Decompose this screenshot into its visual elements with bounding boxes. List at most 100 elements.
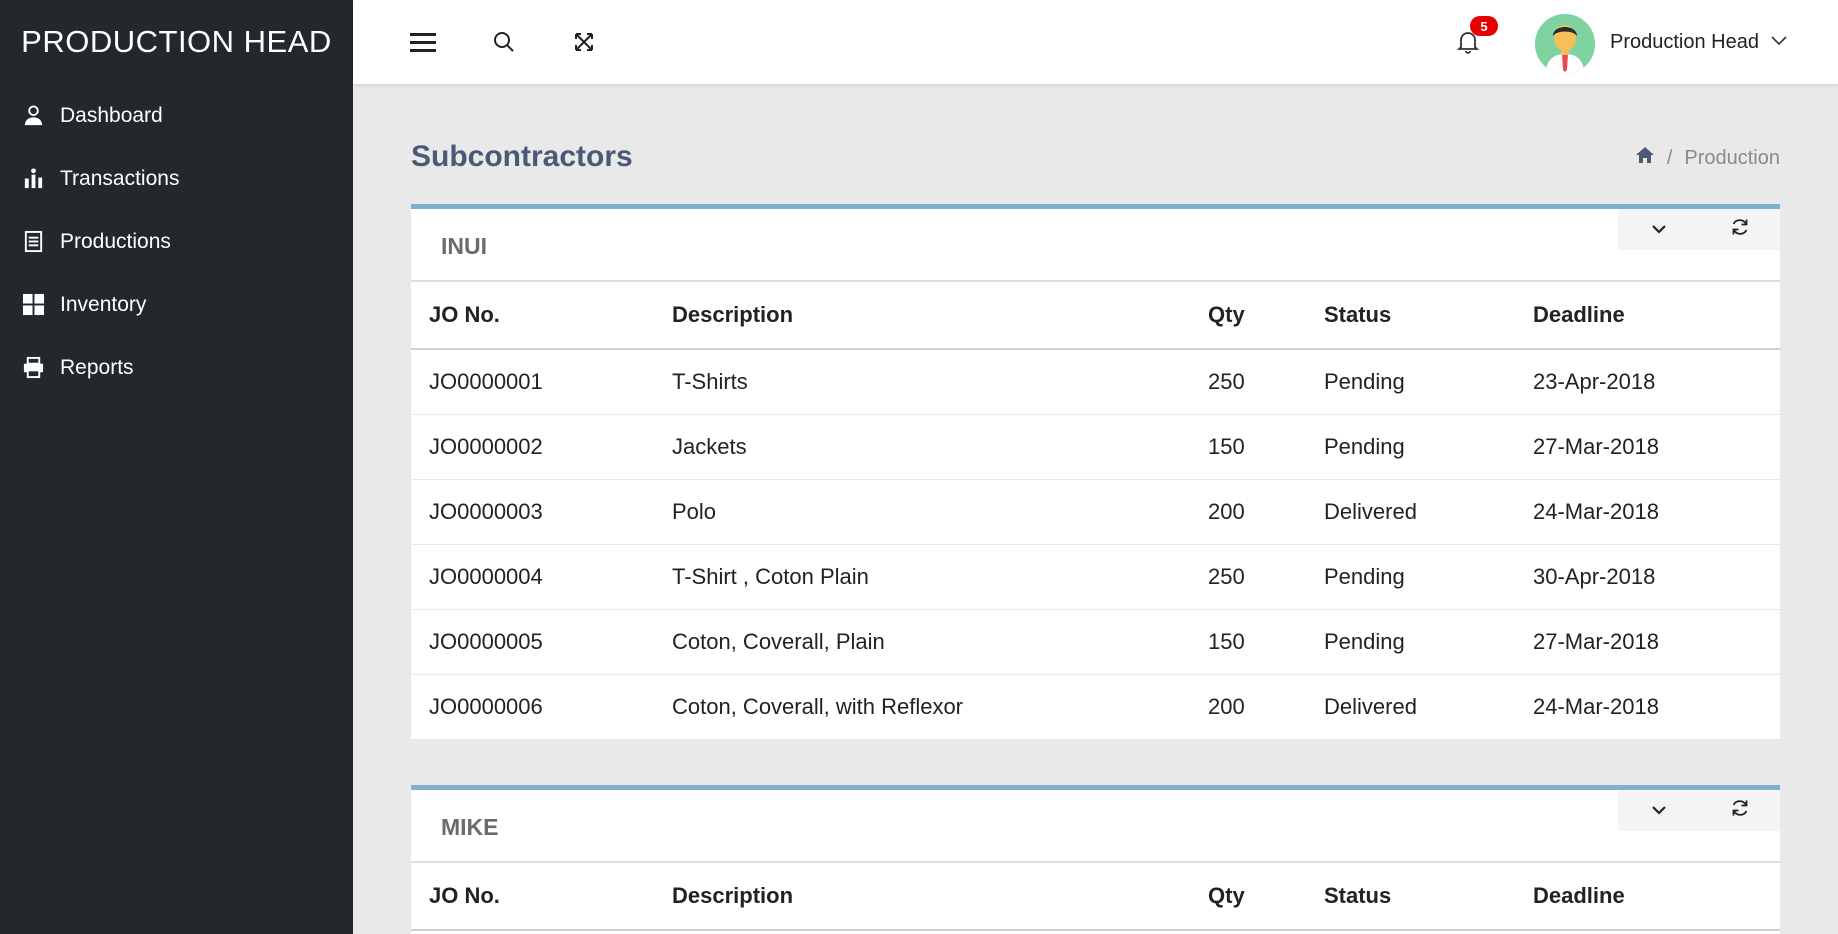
column-header-description[interactable]: Description — [654, 863, 1190, 931]
cell-qty: 150 — [1190, 609, 1306, 675]
notification-badge: 5 — [1470, 16, 1498, 36]
search-icon — [493, 31, 515, 53]
cell-deadline: 23-Apr-2018 — [1515, 349, 1780, 415]
panel-tools — [1618, 209, 1780, 250]
cell-status: Pending — [1306, 414, 1515, 480]
column-header-deadline[interactable]: Deadline — [1515, 282, 1780, 350]
table-row[interactable]: JO0000001 T-Shirts 250 Pending 23-Apr-20… — [411, 349, 1780, 415]
subcontractor-panel-mike: MIKE JO No. Description Qty Status Deadl… — [411, 785, 1780, 934]
brand-title: PRODUCTION HEAD — [21, 24, 332, 59]
grid-icon — [22, 293, 45, 316]
cell-status: Pending — [1306, 349, 1515, 415]
column-header-qty[interactable]: Qty — [1190, 863, 1306, 931]
breadcrumb-separator: / — [1666, 146, 1673, 169]
sidebar-item-inventory[interactable]: Inventory — [0, 273, 353, 336]
cell-deadline: 27-Mar-2018 — [1515, 414, 1780, 480]
sidebar-item-label: Productions — [60, 229, 171, 253]
collapse-button[interactable] — [1618, 790, 1699, 831]
cell-qty: 150 — [1190, 414, 1306, 480]
sidebar-item-label: Inventory — [60, 292, 147, 316]
cell-description: Polo — [654, 479, 1190, 545]
breadcrumb: / Production — [1635, 146, 1780, 170]
cell-description: Coton, Coverall, with Reflexor — [654, 674, 1190, 740]
column-header-jo-no[interactable]: JO No. — [411, 282, 654, 350]
job-order-table: JO No. Description Qty Status Deadline — [411, 863, 1780, 931]
user-menu-name[interactable]: Production Head — [1610, 0, 1759, 84]
panel-tools — [1618, 790, 1780, 831]
refresh-button[interactable] — [1699, 209, 1780, 250]
subcontractor-panel-inui: INUI JO No. Description Qty Status Deadl… — [411, 204, 1780, 740]
breadcrumb-current: Production — [1684, 146, 1780, 169]
cell-jo-no: JO0000001 — [411, 349, 654, 415]
menu-toggle-button[interactable] — [405, 0, 441, 84]
table-header-row: JO No. Description Qty Status Deadline — [411, 863, 1780, 931]
cell-deadline: 30-Apr-2018 — [1515, 544, 1780, 610]
chevron-down-icon — [1651, 221, 1666, 239]
chevron-down-icon — [1771, 33, 1787, 51]
notifications-button[interactable] — [1450, 0, 1486, 84]
cell-status: Pending — [1306, 544, 1515, 610]
cell-deadline: 24-Mar-2018 — [1515, 674, 1780, 740]
table-row[interactable]: JO0000002 Jackets 150 Pending 27-Mar-201… — [411, 414, 1780, 480]
table-row[interactable]: JO0000003 Polo 200 Delivered 24-Mar-2018 — [411, 479, 1780, 545]
refresh-button[interactable] — [1699, 790, 1780, 831]
panel-header: MIKE — [411, 790, 1780, 863]
hamburger-icon — [410, 32, 436, 52]
cell-status: Delivered — [1306, 674, 1515, 740]
refresh-icon — [1730, 798, 1750, 823]
column-header-qty[interactable]: Qty — [1190, 282, 1306, 350]
sidebar-item-label: Transactions — [60, 166, 180, 190]
sidebar-item-reports[interactable]: Reports — [0, 336, 353, 399]
avatar[interactable] — [1535, 14, 1595, 74]
job-order-table: JO No. Description Qty Status Deadline J… — [411, 282, 1780, 740]
panel-header: INUI — [411, 209, 1780, 282]
column-header-status[interactable]: Status — [1306, 863, 1515, 931]
column-header-description[interactable]: Description — [654, 282, 1190, 350]
cell-deadline: 24-Mar-2018 — [1515, 479, 1780, 545]
printer-icon — [22, 356, 45, 379]
cell-jo-no: JO0000002 — [411, 414, 654, 480]
cell-status: Pending — [1306, 609, 1515, 675]
collapse-button[interactable] — [1618, 209, 1699, 250]
cell-description: T-Shirt , Coton Plain — [654, 544, 1190, 610]
cell-qty: 200 — [1190, 479, 1306, 545]
sidebar-item-transactions[interactable]: Transactions — [0, 147, 353, 210]
cell-description: T-Shirts — [654, 349, 1190, 415]
table-row[interactable]: JO0000004 T-Shirt , Coton Plain 250 Pend… — [411, 544, 1780, 610]
cell-qty: 200 — [1190, 674, 1306, 740]
expand-icon — [574, 32, 594, 52]
user-menu-toggle[interactable] — [1771, 0, 1787, 84]
column-header-deadline[interactable]: Deadline — [1515, 863, 1780, 931]
refresh-icon — [1730, 217, 1750, 242]
sidebar-item-productions[interactable]: Productions — [0, 210, 353, 273]
panel-title: INUI — [441, 233, 487, 259]
cell-qty: 250 — [1190, 544, 1306, 610]
cell-status: Delivered — [1306, 479, 1515, 545]
home-icon[interactable] — [1635, 146, 1655, 170]
column-header-jo-no[interactable]: JO No. — [411, 863, 654, 931]
cell-deadline: 27-Mar-2018 — [1515, 609, 1780, 675]
user-icon — [22, 104, 45, 127]
panel-title: MIKE — [441, 814, 499, 840]
column-header-status[interactable]: Status — [1306, 282, 1515, 350]
cell-qty: 250 — [1190, 349, 1306, 415]
table-row[interactable]: JO0000005 Coton, Coverall, Plain 150 Pen… — [411, 609, 1780, 675]
table-row[interactable]: JO0000006 Coton, Coverall, with Reflexor… — [411, 674, 1780, 740]
cell-description: Coton, Coverall, Plain — [654, 609, 1190, 675]
cell-jo-no: JO0000004 — [411, 544, 654, 610]
fullscreen-button[interactable] — [567, 0, 601, 84]
sidebar-item-label: Reports — [60, 355, 134, 379]
sidebar: PRODUCTION HEAD Dashboard Transactions P… — [0, 0, 353, 934]
cell-description: Jackets — [654, 414, 1190, 480]
search-button[interactable] — [487, 0, 521, 84]
cell-jo-no: JO0000006 — [411, 674, 654, 740]
chevron-down-icon — [1651, 802, 1666, 820]
document-icon — [22, 230, 45, 253]
page-title: Subcontractors — [411, 140, 633, 173]
sidebar-item-dashboard[interactable]: Dashboard — [0, 84, 353, 147]
transactions-icon — [22, 167, 45, 190]
cell-jo-no: JO0000005 — [411, 609, 654, 675]
cell-jo-no: JO0000003 — [411, 479, 654, 545]
sidebar-item-label: Dashboard — [60, 103, 163, 127]
topbar: 5 Production Head — [353, 0, 1838, 84]
